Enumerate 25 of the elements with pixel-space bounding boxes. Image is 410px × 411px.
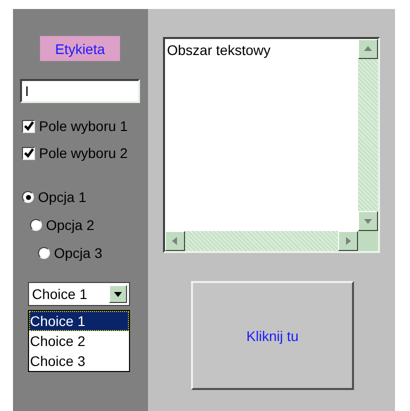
text-field[interactable]: I (20, 79, 140, 103)
click-button[interactable]: Kliknij tu (191, 281, 354, 390)
right-arrow-icon (343, 236, 353, 246)
checkbox-box[interactable] (22, 120, 35, 132)
text-area[interactable]: Obszar tekstowy (163, 37, 380, 253)
radio-button[interactable] (38, 247, 50, 259)
radio-option[interactable]: Opcja 1 (22, 188, 148, 206)
dropdown-option[interactable]: Choice 2 (29, 331, 129, 351)
checkbox-box[interactable] (22, 146, 35, 160)
dropdown[interactable]: Choice 1 (28, 282, 130, 306)
left-arrow-icon (170, 236, 180, 246)
checkbox[interactable]: Pole wyboru 2 (22, 144, 148, 162)
up-arrow-icon (363, 44, 373, 54)
caret-icon (113, 289, 123, 299)
dropdown-option[interactable]: Choice 3 (29, 351, 129, 371)
dropdown-option[interactable]: Choice 1 (29, 311, 129, 331)
label-text: Etykieta (40, 36, 120, 61)
radio-option[interactable]: Opcja 2 (30, 216, 148, 234)
radio-button[interactable] (22, 191, 34, 203)
radio-option[interactable]: Opcja 3 (38, 244, 148, 262)
radio-button[interactable] (30, 219, 42, 231)
checkbox[interactable]: Pole wyboru 1 (22, 117, 148, 135)
horizontal-scrollbar[interactable] (165, 231, 358, 251)
vertical-scrollbar[interactable] (358, 39, 378, 231)
down-arrow-icon (363, 216, 373, 226)
